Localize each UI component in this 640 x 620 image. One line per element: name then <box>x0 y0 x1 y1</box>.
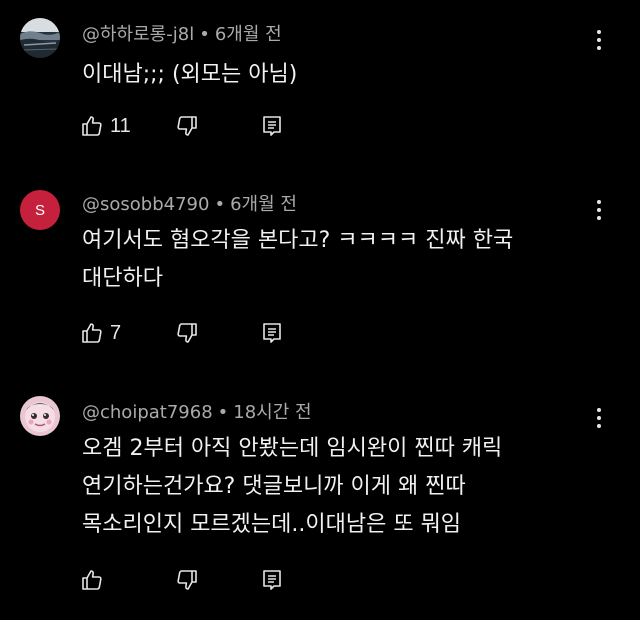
dislike-button[interactable] <box>175 114 199 138</box>
reply-icon <box>263 116 281 136</box>
more-vert-icon[interactable] <box>592 30 606 50</box>
comment-time[interactable]: 6개월 전 <box>215 24 282 45</box>
thumb-down-icon <box>177 116 197 136</box>
dislike-button[interactable] <box>175 321 199 345</box>
comment-time[interactable]: 6개월 전 <box>230 194 297 215</box>
reply-icon <box>263 570 281 590</box>
avatar[interactable]: S <box>20 190 60 230</box>
avatar-letter: S <box>34 201 45 219</box>
author-name[interactable]: @choipat7968 <box>82 402 213 423</box>
avatar[interactable] <box>20 396 60 436</box>
comment-time[interactable]: 18시간 전 <box>233 402 311 423</box>
comment-actions: 7 <box>80 321 300 349</box>
comment-item: @choipat7968 • 18시간 전 오겜 2부터 아직 안봤는데 임시완이 … <box>0 396 640 606</box>
comment-text-line: 대단하다 <box>82 266 163 291</box>
comment-meta: @choipat7968 • 18시간 전 <box>82 398 312 424</box>
reply-button[interactable] <box>260 321 284 345</box>
like-count: 11 <box>110 114 131 137</box>
comment-text-line: 연기하는건가요? 댓글보니까 이게 왜 찐따 <box>82 474 466 499</box>
meta-separator: • <box>217 402 229 423</box>
more-vert-icon[interactable] <box>592 200 606 220</box>
comment-actions <box>80 568 300 596</box>
comment-actions: 11 <box>80 114 300 142</box>
comment-text-line: 오겜 2부터 아직 안봤는데 임시완이 찐따 캐릭 <box>82 436 503 461</box>
comment-text-line: 이대남;;; (외모는 아님) <box>82 62 298 87</box>
comment-text-line: 여기서도 혐오각을 본다고? ㅋㅋㅋㅋ 진짜 한국 <box>82 228 514 253</box>
thumb-up-icon <box>82 570 102 590</box>
like-button[interactable]: 7 <box>80 321 121 345</box>
comment-text-line: 목소리인지 모르겠는데..이대남은 또 뭐임 <box>82 512 462 537</box>
meta-separator: • <box>214 194 226 215</box>
avatar-image <box>20 18 60 58</box>
comment-item: S @sosobb4790 • 6개월 전 여기서도 혐오각을 본다고? ㅋㅋㅋㅋ … <box>0 188 640 358</box>
more-vert-icon[interactable] <box>592 408 606 428</box>
reply-icon <box>263 323 281 343</box>
thumb-up-icon <box>82 116 102 136</box>
reply-button[interactable] <box>260 114 284 138</box>
author-name[interactable]: @하하로롱-j8l <box>82 24 194 45</box>
dislike-button[interactable] <box>175 568 199 592</box>
comment-item: @하하로롱-j8l • 6개월 전 이대남;;; (외모는 아님) 11 <box>0 18 640 168</box>
avatar[interactable] <box>20 18 60 58</box>
thumb-up-icon <box>82 323 102 343</box>
thumb-down-icon <box>177 570 197 590</box>
like-button[interactable]: 11 <box>80 114 131 138</box>
like-count: 7 <box>110 321 122 344</box>
like-button[interactable] <box>80 568 110 592</box>
comment-meta: @sosobb4790 • 6개월 전 <box>82 190 297 216</box>
reply-button[interactable] <box>260 568 284 592</box>
meta-separator: • <box>199 24 210 45</box>
author-name[interactable]: @sosobb4790 <box>82 194 209 215</box>
avatar-image <box>20 396 60 436</box>
thumb-down-icon <box>177 323 197 343</box>
comment-meta: @하하로롱-j8l • 6개월 전 <box>82 20 282 46</box>
